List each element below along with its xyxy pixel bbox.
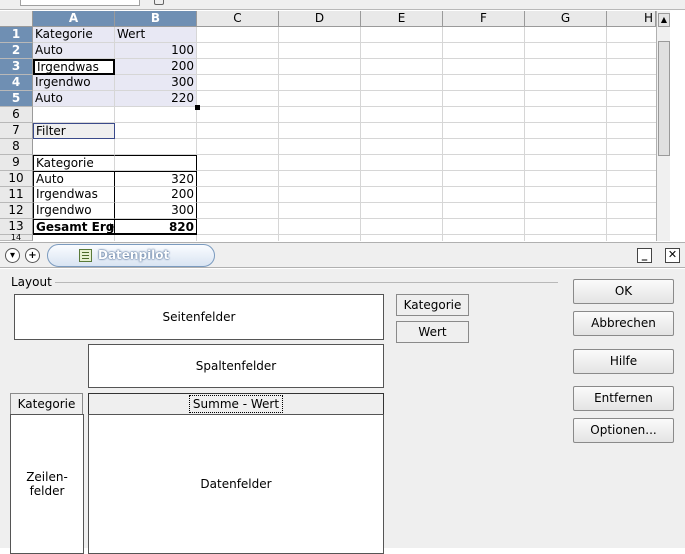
dialog-tab-bar: ▾ + Datenpilot _ ✕ [0,242,685,268]
cell-a12[interactable]: Irgendwo [33,203,115,219]
cell-a5[interactable]: Auto [33,91,115,107]
column-header-h[interactable]: H [607,11,656,27]
row-header-10[interactable]: 10 [0,171,33,187]
cell-a9[interactable]: Kategorie [33,155,115,171]
row-header-8[interactable]: 8 [0,139,33,155]
cell-a11[interactable]: Irgendwas [33,187,115,203]
row-header-2[interactable]: 2 [0,43,33,59]
options-button[interactable]: Optionen... [573,418,674,443]
data-field-label: Summe - Wert [188,395,284,413]
cell-b2[interactable]: 100 [115,43,197,59]
column-header-e[interactable]: E [361,11,443,27]
tab-label: Datenpilot [98,248,170,262]
help-button[interactable]: Hilfe [573,349,674,374]
cell-a1[interactable]: Kategorie [33,27,115,43]
cell-a7-filter[interactable]: Filter [33,123,115,139]
cell-a13[interactable]: Gesamt Erg [33,219,115,235]
chevron-down-icon[interactable]: ▾ [5,248,20,263]
cell-b10[interactable]: 320 [115,171,197,187]
row-header-4[interactable]: 4 [0,75,33,91]
layout-label: Layout [11,275,52,289]
cell-a3-active[interactable]: Irgendwas [33,59,115,75]
cell-b3[interactable]: 200 [115,59,197,75]
row-field-kategorie[interactable]: Kategorie [10,393,83,415]
datenpilot-dialog: Layout Seitenfelder Spaltenfelder Katego… [0,269,685,554]
data-fields-area[interactable]: Datenfelder [88,414,384,554]
layout-separator [55,282,558,283]
column-fields-area[interactable]: Spaltenfelder [88,344,384,388]
name-box[interactable] [20,0,140,6]
remove-button[interactable]: Entfernen [573,386,674,411]
row-header-12[interactable]: 12 [0,203,33,219]
fill-handle[interactable] [195,105,200,110]
row-fields-area[interactable]: Zeilen- felder [10,414,84,554]
cell-b5[interactable]: 220 [115,91,197,107]
available-field-wert[interactable]: Wert [396,321,469,343]
datenpilot-icon [79,249,92,262]
cell-b11[interactable]: 200 [115,187,197,203]
cell-a2[interactable]: Auto [33,43,115,59]
column-header-g[interactable]: G [525,11,607,27]
cell-a4[interactable]: Irgendwo [33,75,115,91]
function-wizard-icon[interactable] [154,0,164,5]
cell-b9[interactable] [115,155,197,171]
row-header-5[interactable]: 5 [0,91,33,107]
row-header-1[interactable]: 1 [0,27,33,43]
column-header-a[interactable]: A [33,11,115,27]
page-fields-area[interactable]: Seitenfelder [14,294,384,340]
page-fields-label: Seitenfelder [162,310,236,324]
row-header-6[interactable]: 6 [0,107,33,123]
column-header-d[interactable]: D [279,11,361,27]
row-fields-label-1: Zeilen- [26,470,68,484]
cell-b1[interactable]: Wert [115,27,197,43]
cell-b13[interactable]: 820 [115,219,197,235]
row-fields-label-2: felder [29,484,65,498]
select-all-corner[interactable] [0,11,33,27]
ok-button[interactable]: OK [573,279,674,304]
close-icon[interactable]: ✕ [665,248,680,263]
available-field-kategorie[interactable]: Kategorie [396,294,469,316]
overflow-arrow-icon [110,223,114,231]
column-header-c[interactable]: C [197,11,279,27]
toolbar-strip [0,0,685,10]
plus-icon[interactable]: + [25,248,40,263]
spreadsheet-grid[interactable]: A B C D E F G H 1 2 3 4 5 6 7 8 9 10 11 … [0,11,656,241]
cell-b4[interactable]: 300 [115,75,197,91]
cell-b12[interactable]: 300 [115,203,197,219]
row-header-7[interactable]: 7 [0,123,33,139]
minimize-icon[interactable]: _ [637,248,652,263]
tab-datenpilot[interactable]: Datenpilot [47,244,215,267]
data-fields-label: Datenfelder [200,477,272,491]
cell-a10[interactable]: Auto [33,171,115,187]
right-edge [670,11,685,241]
row-header-3[interactable]: 3 [0,59,33,75]
scroll-up-arrow[interactable]: ▲ [658,13,670,27]
scroll-thumb[interactable] [658,41,670,156]
row-header-9[interactable]: 9 [0,155,33,171]
data-field-summe-wert[interactable]: Summe - Wert [88,393,384,415]
vertical-scrollbar[interactable]: ▲ [656,11,670,241]
column-fields-label: Spaltenfelder [195,359,277,373]
cancel-button[interactable]: Abbrechen [573,311,674,336]
row-header-14[interactable]: 14 [0,234,33,241]
row-header-11[interactable]: 11 [0,187,33,203]
column-header-b[interactable]: B [115,11,197,27]
column-header-f[interactable]: F [443,11,525,27]
